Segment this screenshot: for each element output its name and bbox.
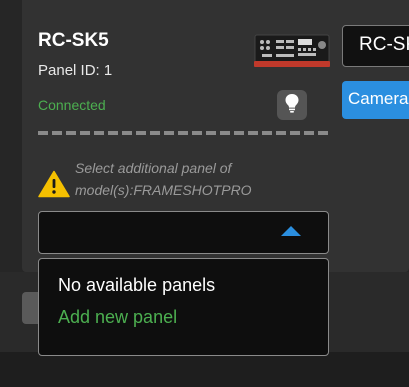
panel-select[interactable] <box>38 211 329 254</box>
no-panels-message: No available panels <box>58 275 216 295</box>
warning-message: Select additional panel of model(s):FRAM… <box>75 160 252 198</box>
footer-band <box>0 352 409 387</box>
add-new-panel-option[interactable]: Add new panel <box>58 307 177 328</box>
panel-dropdown-menu: No available panels Add new panel <box>38 258 329 356</box>
divider <box>38 131 330 135</box>
lightbulb-button[interactable] <box>277 90 307 120</box>
camera-button[interactable]: Camera <box>342 81 409 119</box>
panel-id: Panel ID: 1 <box>38 62 113 79</box>
panel-name: RC-SK5 <box>38 30 109 51</box>
connection-status: Connected <box>38 97 106 113</box>
device-thumbnail-image <box>254 31 330 70</box>
warning-triangle-icon <box>38 170 70 198</box>
panel-name-input[interactable]: RC-SK5 <box>342 25 409 67</box>
caret-up-icon <box>281 226 301 236</box>
lightbulb-icon <box>284 93 300 118</box>
